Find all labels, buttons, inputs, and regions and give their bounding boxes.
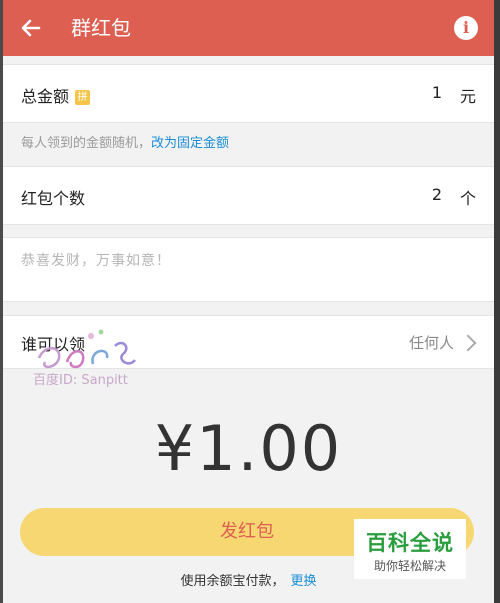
fixed-amount-link[interactable]: 改为固定金额 [151,136,229,151]
total-amount-unit: 元 [459,87,476,106]
change-payment-link[interactable]: 更换 [291,574,317,589]
amount-hint: 每人领到的金额随机，改为固定金额 [21,136,230,151]
watermark-text: 百度ID: Sanpitt [33,373,128,388]
greeting-placeholder: 恭喜发财，万事如意！ [21,253,171,269]
packet-count-label: 红包个数 [21,189,86,208]
who-can-claim-row[interactable]: 谁可以领 任何人 [3,315,494,369]
packet-count-unit: 个 [459,189,476,208]
back-arrow-icon[interactable] [17,14,45,42]
total-amount-display: ¥1.00 [154,412,343,485]
total-amount-input[interactable]: 1 [432,83,442,102]
chevron-right-icon [459,334,477,352]
baike-badge: 百科全说 助你轻松解决 [354,519,466,579]
packet-count-row[interactable]: 红包个数 2 个 [3,166,494,225]
greeting-input[interactable]: 恭喜发财，万事如意！ [3,237,494,302]
badge-title: 百科全说 [366,531,454,555]
right-edge [494,0,500,603]
app-screen: 群红包 i 总金额拼 1 元 每人领到的金额随机，改为固定金额 红包个数 2 个… [3,0,494,603]
top-bar: 群红包 i [3,0,494,56]
page-title: 群红包 [71,16,131,40]
total-amount-label: 总金额拼 [21,83,91,107]
who-can-claim-label: 谁可以领 [21,335,86,354]
total-amount-row[interactable]: 总金额拼 1 元 [3,64,494,123]
pin-badge-icon: 拼 [75,90,91,105]
badge-subtitle: 助你轻松解决 [373,559,446,573]
packet-count-input[interactable]: 2 [432,185,442,204]
who-can-claim-value: 任何人 [408,334,454,352]
info-icon[interactable]: i [454,16,478,40]
